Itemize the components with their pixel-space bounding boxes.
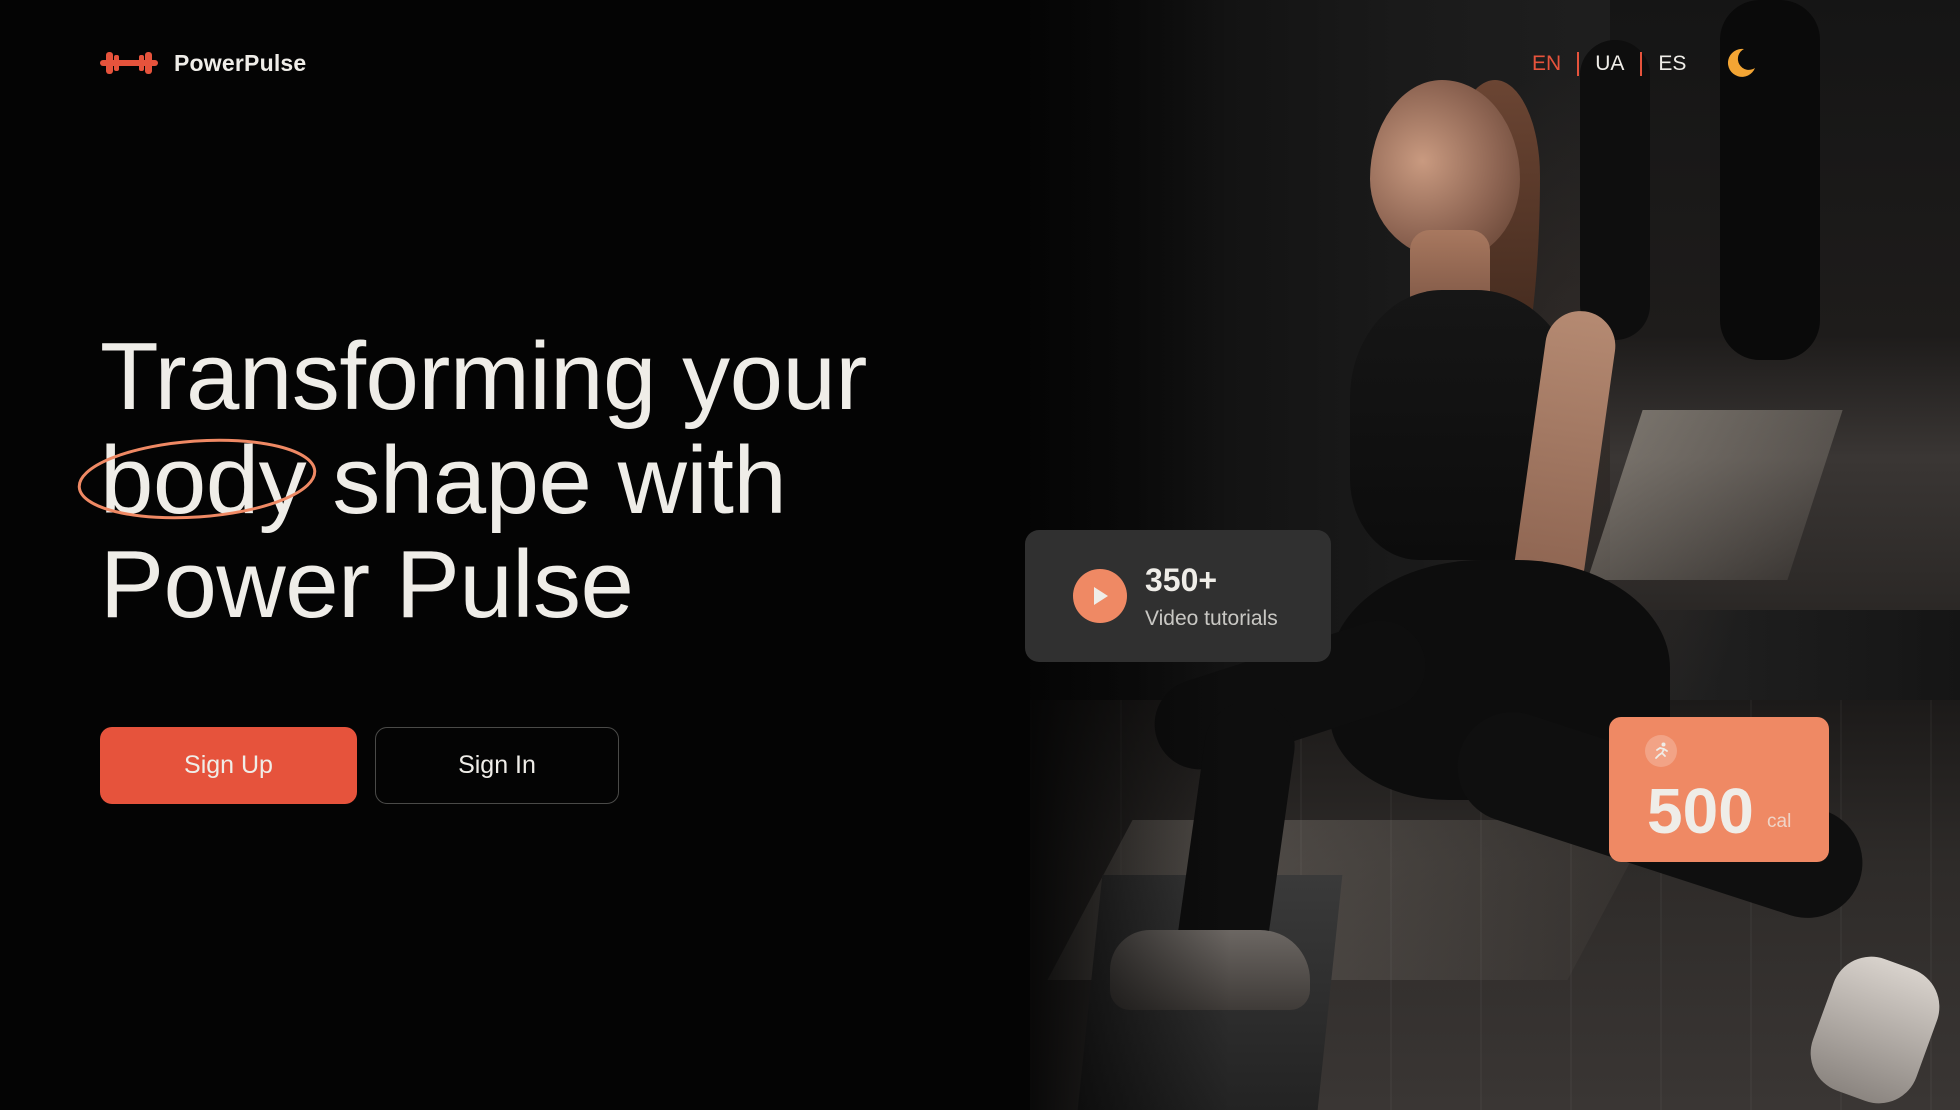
hero-title: Transforming your body shape with Power …	[77, 323, 1000, 638]
accent-word-text: body	[100, 427, 307, 534]
lang-es[interactable]: ES	[1642, 52, 1702, 76]
language-switcher: EN UA ES	[1520, 50, 1702, 78]
hero-title-line-2-rest: shape with	[306, 427, 787, 534]
lang-ua[interactable]: UA	[1579, 52, 1640, 76]
calories-value: 500	[1647, 775, 1754, 847]
running-icon	[1655, 742, 1668, 759]
moon-icon	[1727, 48, 1755, 77]
calories-unit: cal	[1767, 811, 1792, 832]
video-stats-text: 350+ Video tutorials	[1145, 561, 1278, 631]
play-button[interactable]	[1073, 569, 1127, 623]
sign-in-button[interactable]: Sign In	[375, 727, 619, 804]
brand-name: PowerPulse	[174, 49, 307, 76]
video-count: 350+	[1145, 562, 1218, 598]
brand-logo[interactable]: PowerPulse	[100, 48, 306, 78]
play-icon	[1094, 587, 1108, 605]
video-tutorials-card: 350+ Video tutorials	[1025, 530, 1331, 662]
video-label: Video tutorials	[1145, 607, 1278, 630]
reflection-figure-secondary	[1580, 40, 1650, 340]
calories-card: 500 cal	[1609, 717, 1829, 862]
landing-page: PowerPulse EN UA ES Transforming your bo…	[0, 0, 1960, 1110]
sign-up-button[interactable]: Sign Up	[100, 727, 357, 804]
theme-toggle-button[interactable]	[1724, 46, 1758, 80]
hero-title-line-2: body shape with	[77, 427, 1000, 534]
running-icon-badge	[1645, 735, 1677, 767]
dumbbell-icon	[100, 52, 158, 74]
lang-en[interactable]: EN	[1520, 52, 1577, 76]
hero-title-line-1: Transforming your	[100, 323, 867, 430]
hero-title-line-3: Power Pulse	[100, 531, 634, 638]
accent-word: body	[77, 427, 317, 534]
